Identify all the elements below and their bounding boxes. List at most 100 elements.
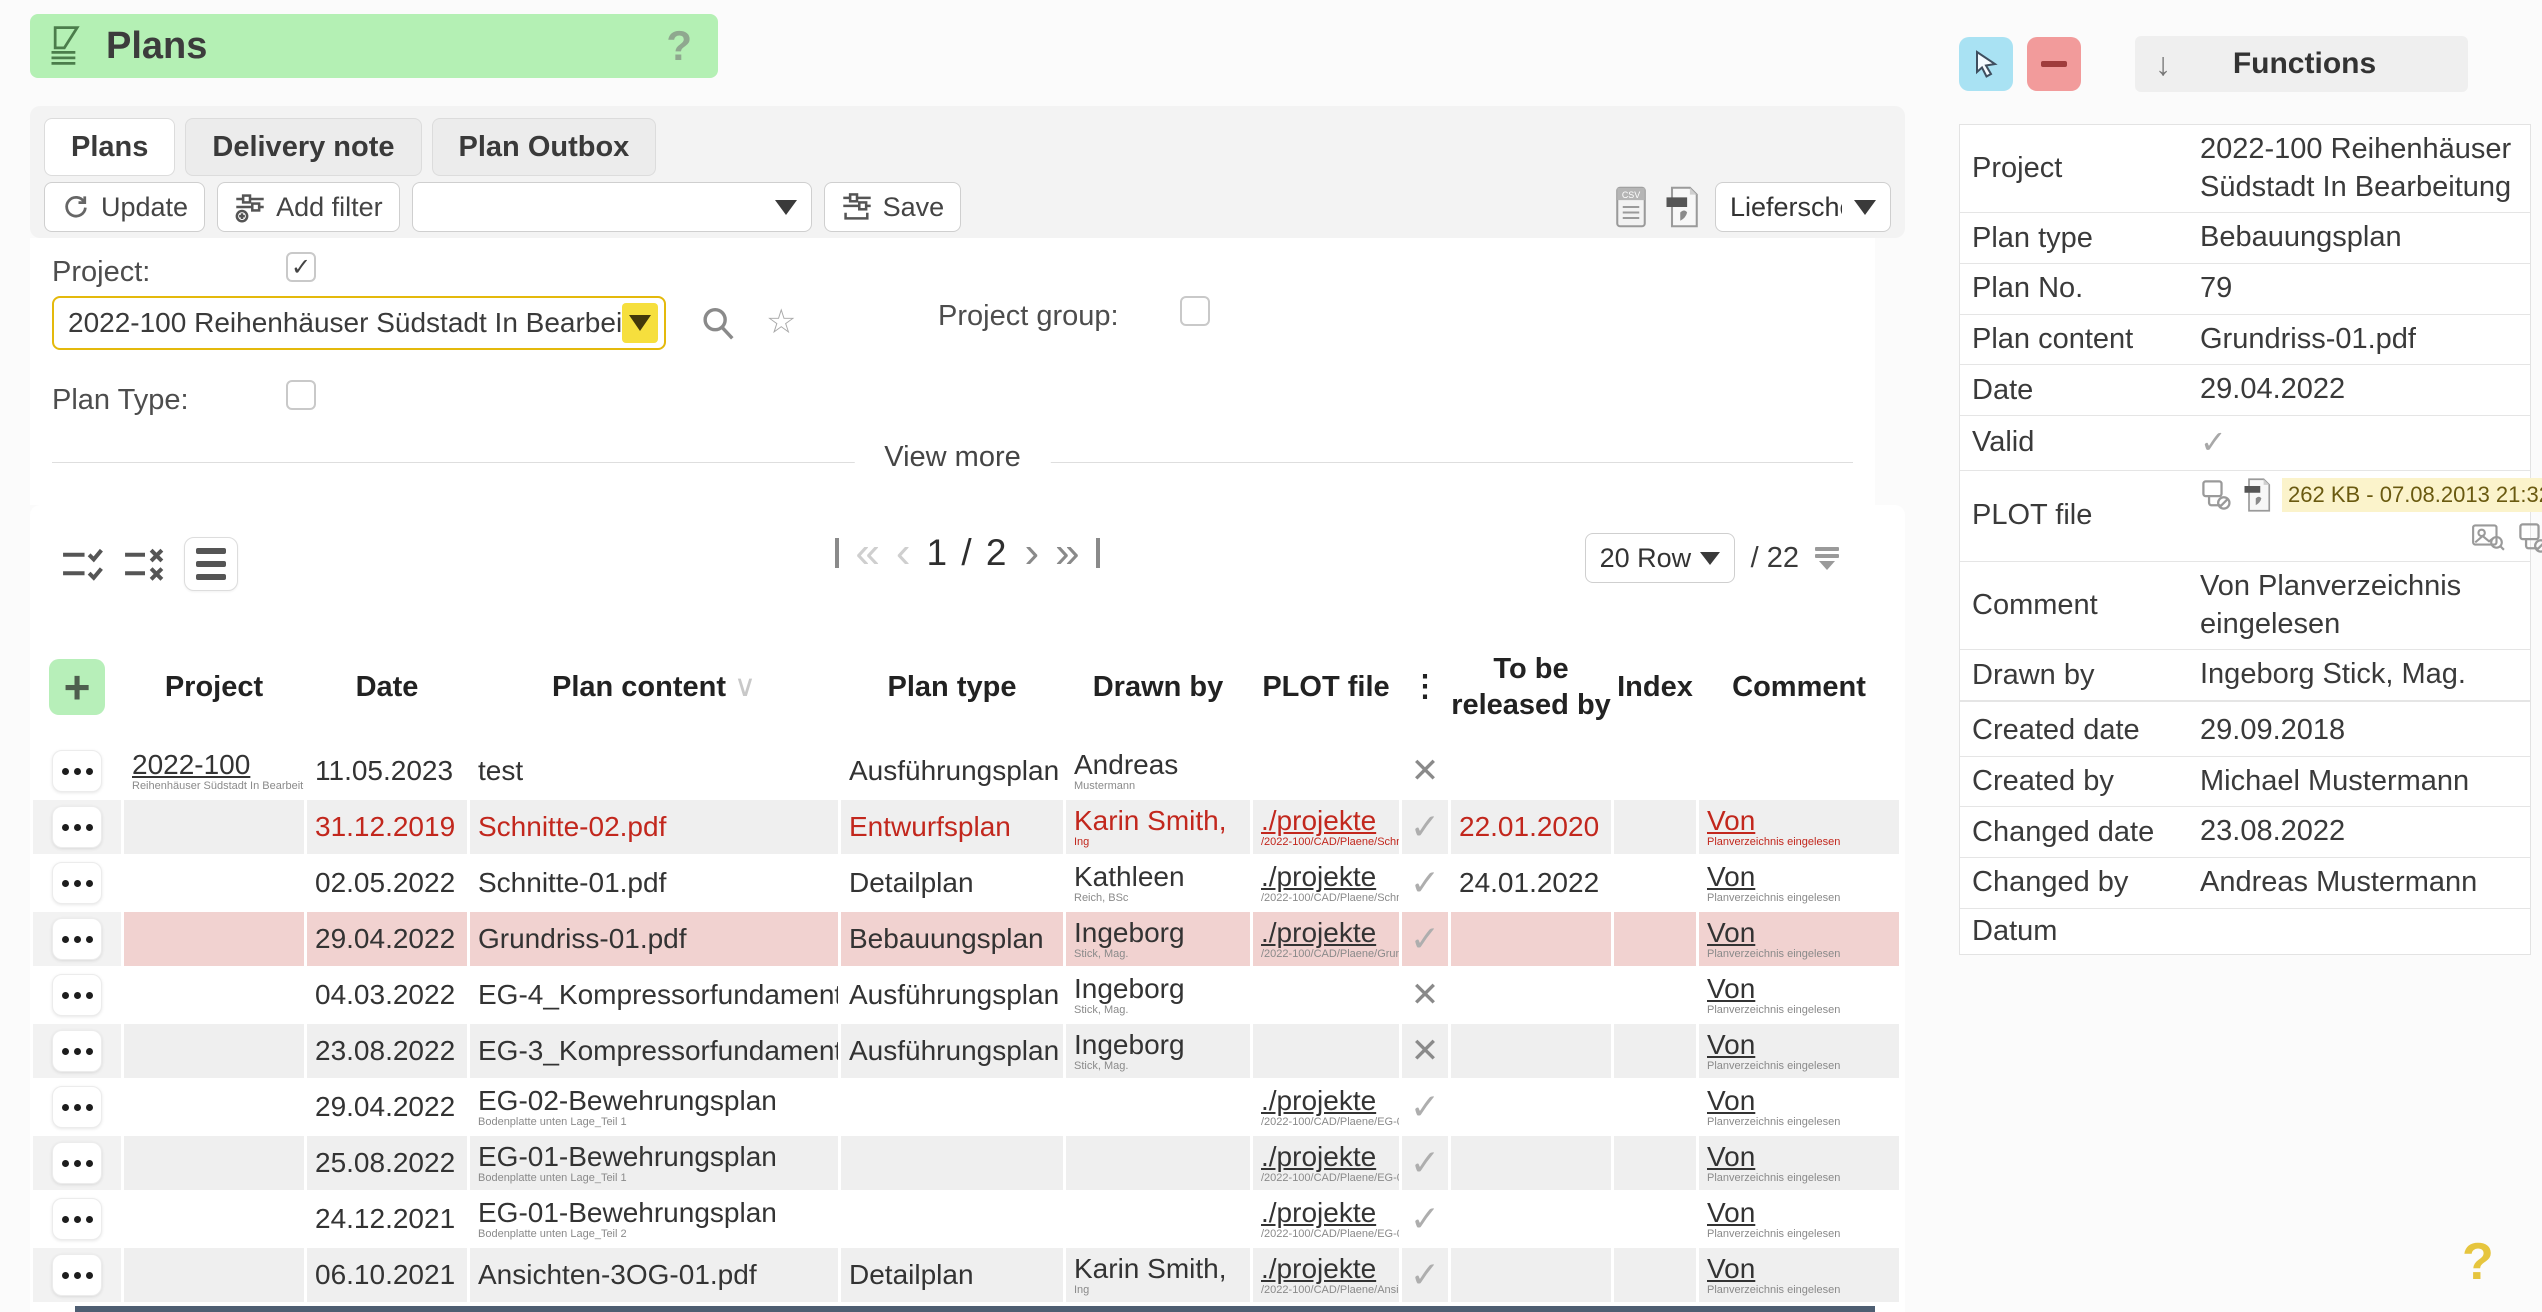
row-menu-button[interactable] (52, 1254, 102, 1296)
plot-file-link[interactable]: ./projekte (1261, 806, 1399, 835)
row-menu-button[interactable] (52, 1086, 102, 1128)
comment-link[interactable]: Von (1707, 862, 1899, 891)
update-button[interactable]: Update (44, 182, 205, 232)
plan-date: 04.03.2022 (315, 980, 467, 1009)
project-combo-select[interactable]: 2022-100 Reihenhäuser Südstadt In Bearbe… (52, 296, 666, 350)
comment-link[interactable]: Von (1707, 1198, 1899, 1227)
chevron-down-icon (1700, 552, 1720, 565)
plot-file-link[interactable]: ./projekte (1261, 1142, 1399, 1171)
column-header-to-be-released-by[interactable]: To be released by (1451, 632, 1611, 742)
plan-content: Ansichten-3OG-01.pdf (478, 1260, 838, 1289)
detach-file-icon[interactable] (2517, 521, 2542, 555)
table-row[interactable]: 29.04.2022 EG-02-BewehrungsplanBodenplat… (33, 1080, 1899, 1134)
detail-row: Created by Michael Mustermann (1960, 757, 2530, 808)
project-search-icon[interactable] (698, 304, 738, 344)
detail-value: 262 KB - 07.08.2013 21:32 (2200, 471, 2542, 561)
preview-image-icon[interactable] (2471, 521, 2505, 555)
prev-page-button[interactable]: ‹ (896, 531, 911, 575)
plot-file-size-info: 262 KB - 07.08.2013 21:32 (2282, 478, 2542, 513)
table-row[interactable]: 31.12.2019 Schnitte-02.pdf Entwurfsplan … (33, 800, 1899, 854)
comment-link[interactable]: Von (1707, 974, 1899, 1003)
column-header-project[interactable]: Project (124, 632, 304, 742)
column-header-plan-type[interactable]: Plan type (841, 632, 1063, 742)
detach-file-icon[interactable] (2200, 478, 2234, 512)
row-menu-button[interactable] (52, 1142, 102, 1184)
plot-file-link[interactable]: ./projekte (1261, 1198, 1399, 1227)
row-menu-button[interactable] (52, 806, 102, 848)
tab-delivery-note[interactable]: Delivery note (185, 118, 421, 176)
collapse-list-icon[interactable] (1815, 547, 1839, 570)
comment-subtext: Planverzeichnis eingelesen (1707, 1172, 1899, 1184)
save-button[interactable]: Save (824, 182, 962, 232)
rows-per-page-select[interactable]: 20 Row (1585, 533, 1735, 583)
page-help-icon[interactable]: ? (666, 22, 692, 70)
drawn-by: Ingeborg (1074, 1030, 1250, 1059)
row-menu-button[interactable] (52, 918, 102, 960)
first-page-button[interactable]: « (855, 531, 879, 575)
add-plan-button[interactable]: + (49, 659, 105, 715)
plan-content: test (478, 756, 838, 785)
column-header-drawn-by[interactable]: Drawn by (1066, 632, 1250, 742)
column-header-plot-file[interactable]: PLOT file (1253, 632, 1399, 742)
table-row[interactable]: 25.08.2022 EG-01-BewehrungsplanBodenplat… (33, 1136, 1899, 1190)
comment-link[interactable]: Von (1707, 1254, 1899, 1283)
view-more-link[interactable]: View more (854, 441, 1050, 474)
column-header-index[interactable]: Index (1614, 632, 1696, 742)
comment-link[interactable]: Von (1707, 1086, 1899, 1115)
released-check-icon: ✓ (1410, 806, 1440, 847)
column-header-comment[interactable]: Comment (1699, 632, 1899, 742)
plot-file-link[interactable]: ./projekte (1261, 918, 1399, 947)
table-bottom-scrollbar[interactable] (75, 1306, 1875, 1312)
column-header-plan-content[interactable]: Plan content∨ (470, 632, 838, 742)
plot-file-link[interactable]: ./projekte (1261, 862, 1399, 891)
combo-dropdown-icon[interactable] (622, 303, 658, 343)
row-menu-button[interactable] (52, 862, 102, 904)
plot-file-link[interactable]: ./projekte (1261, 1086, 1399, 1115)
tab-plans[interactable]: Plans (44, 118, 175, 176)
row-menu-button[interactable] (52, 1198, 102, 1240)
table-row[interactable]: 2022-100Reihenhäuser Südstadt In Bearbei… (33, 744, 1899, 798)
svg-text:CSV: CSV (1622, 190, 1640, 200)
last-page-button[interactable]: » (1055, 531, 1079, 575)
corner-help-icon[interactable]: ? (2462, 1232, 2494, 1292)
report-type-select[interactable]: Lieferschein (1715, 182, 1891, 232)
plot-file-row-1: 262 KB - 07.08.2013 21:32 (2200, 477, 2542, 513)
functions-dropdown[interactable]: ↓ Functions (2135, 36, 2468, 92)
table-row[interactable]: 04.03.2022 EG-4_Kompressorfundament Ausf… (33, 968, 1899, 1022)
detail-value: Ingeborg Stick, Mag. (2200, 650, 2530, 700)
next-page-button[interactable]: › (1025, 531, 1040, 575)
plan-type-checkbox[interactable] (286, 380, 316, 410)
comment-link[interactable]: Von (1707, 1142, 1899, 1171)
row-menu-button[interactable] (52, 974, 102, 1016)
table-row[interactable]: 24.12.2021 EG-01-BewehrungsplanBodenplat… (33, 1192, 1899, 1246)
comment-link[interactable]: Von (1707, 806, 1899, 835)
row-menu-button[interactable] (52, 750, 102, 792)
table-row[interactable]: 23.08.2022 EG-3_Kompressorfundament Ausf… (33, 1024, 1899, 1078)
save-label: Save (883, 192, 945, 223)
table-row[interactable]: 29.04.2022 Grundriss-01.pdf Bebauungspla… (33, 912, 1899, 966)
plot-file-link[interactable]: ./projekte (1261, 1254, 1399, 1283)
open-pdf-icon[interactable] (2242, 477, 2274, 513)
table-row[interactable]: 06.10.2021 Ansichten-3OG-01.pdf Detailpl… (33, 1248, 1899, 1302)
row-menu-button[interactable] (52, 1030, 102, 1072)
filter-preset-select[interactable] (412, 182, 812, 232)
remove-button[interactable] (2027, 37, 2081, 91)
project-link[interactable]: 2022-100 (132, 750, 304, 779)
detail-value: Andreas Mustermann (2200, 858, 2530, 908)
favorite-star-icon[interactable]: ☆ (766, 302, 796, 342)
project-filter-checkbox[interactable]: ✓ (286, 252, 316, 282)
plan-date: 02.05.2022 (315, 868, 467, 897)
comment-link[interactable]: Von (1707, 918, 1899, 947)
table-row[interactable]: 02.05.2022 Schnitte-01.pdf Detailplan Ka… (33, 856, 1899, 910)
plan-content: EG-01-Bewehrungsplan (478, 1142, 838, 1171)
plan-list-panel: « ‹ 1 / 2 › » 20 Row / 22 + Project Date… (30, 505, 1905, 1312)
column-header-status[interactable]: ⋮ (1402, 632, 1448, 742)
export-csv-button[interactable]: CSV (1611, 185, 1651, 229)
add-filter-button[interactable]: Add filter (217, 182, 400, 232)
column-header-date[interactable]: Date (307, 632, 467, 742)
project-group-checkbox[interactable] (1180, 296, 1210, 326)
export-pdf-button[interactable] (1663, 185, 1703, 229)
comment-link[interactable]: Von (1707, 1030, 1899, 1059)
tab-plan-outbox[interactable]: Plan Outbox (432, 118, 657, 176)
select-mode-button[interactable] (1959, 37, 2013, 91)
